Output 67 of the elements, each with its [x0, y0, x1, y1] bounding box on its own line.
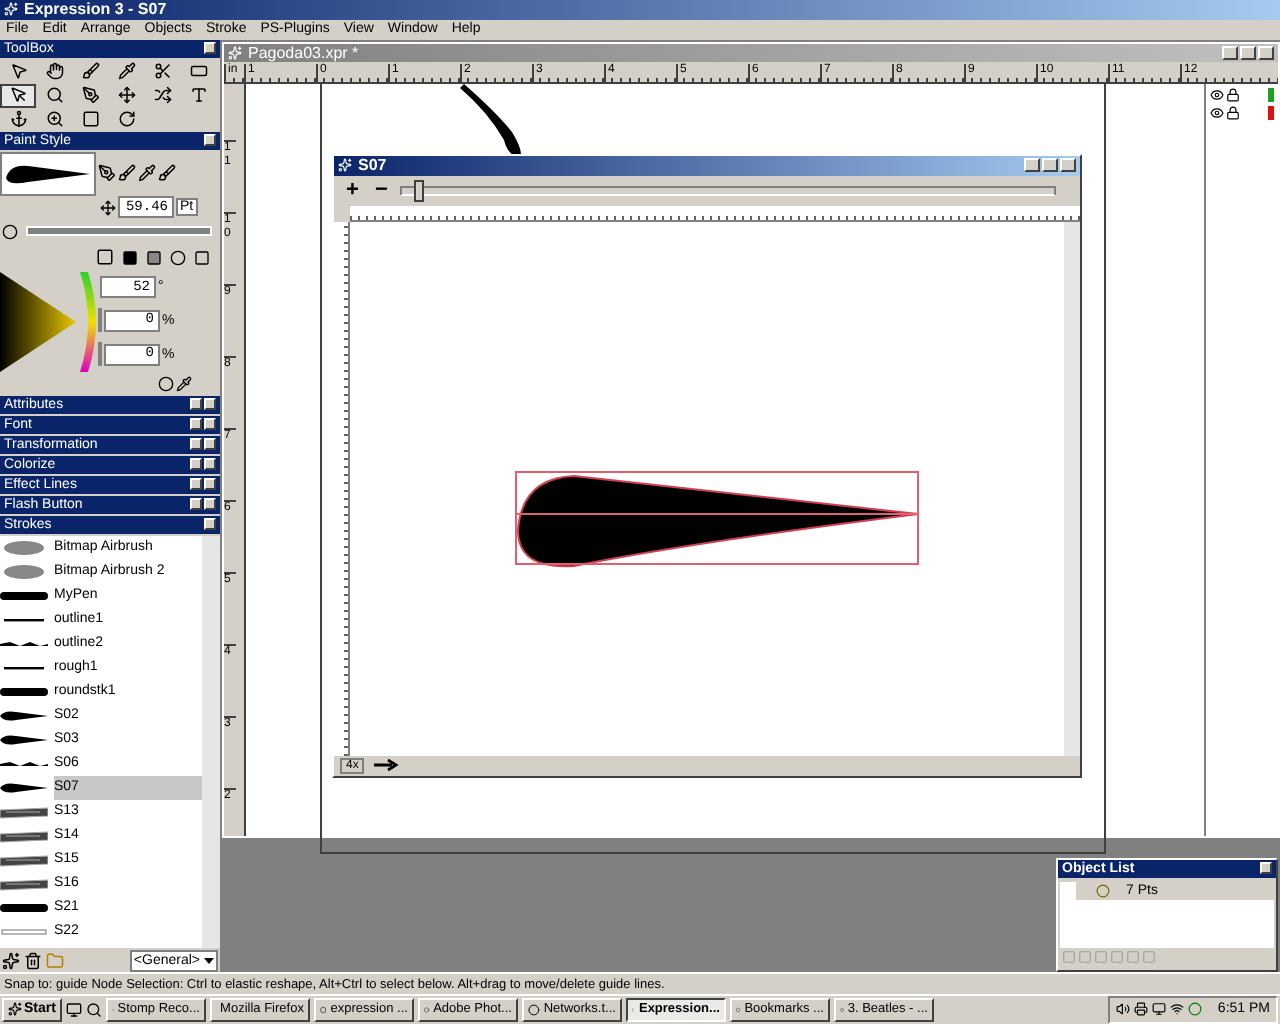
stroke-preview-icon [0, 873, 48, 894]
stroke-preview-icon [0, 801, 48, 822]
zoom-icon [45, 110, 63, 129]
zoom-out-button[interactable]: − [370, 179, 392, 202]
eyedropper-icon [138, 164, 156, 183]
brush-icon [158, 164, 176, 183]
zoom-in-button[interactable]: + [342, 179, 363, 202]
caret-icon [204, 957, 214, 964]
hand-icon [45, 62, 63, 81]
fill-icon [122, 249, 138, 266]
stroke-preview-icon [0, 849, 48, 870]
stroke-preview-icon [0, 825, 48, 846]
desktop-icon [65, 1001, 82, 1018]
slider-thumb[interactable] [414, 179, 425, 202]
color-triangle-drawing [0, 271, 96, 372]
window-title: S07 [358, 156, 387, 175]
eye-icon [1210, 87, 1224, 102]
close-button[interactable] [1060, 158, 1076, 173]
pointer-icon [9, 86, 27, 105]
eyedropper-icon [117, 62, 135, 81]
arrow-pointer-icon [9, 62, 27, 81]
document-title: Pagoda03.xpr * [248, 43, 359, 62]
slider-track[interactable] [26, 226, 212, 237]
lock-icon [1226, 87, 1240, 102]
close-button[interactable] [204, 134, 216, 147]
network-icon [1169, 1002, 1184, 1017]
text-icon [189, 86, 207, 105]
gradient-icon [146, 249, 162, 266]
maximize-button[interactable] [1042, 158, 1058, 173]
rotate-icon [117, 110, 135, 129]
monitor-icon [1151, 1002, 1166, 1017]
tool-button[interactable] [0, 83, 36, 108]
brush-icon [118, 164, 136, 183]
pen-icon [81, 86, 99, 105]
speaker-icon [1115, 1002, 1130, 1017]
anchor-icon [9, 110, 27, 129]
minimize-button[interactable] [1024, 158, 1040, 173]
close-button[interactable] [1258, 45, 1274, 60]
status-icon [1187, 1002, 1202, 1017]
folder-icon [46, 951, 64, 970]
new-stroke-icon [2, 951, 20, 970]
scissors-icon [153, 62, 171, 81]
stroke-preview-icon [0, 561, 48, 582]
arrow-icon[interactable] [372, 758, 401, 773]
arrows-icon [153, 86, 171, 105]
move-icon [100, 199, 116, 216]
window-title: Expression 3 - S07 [24, 0, 167, 19]
maximize-button[interactable] [1240, 45, 1256, 60]
no-fill-icon [96, 248, 114, 267]
zoom-slider[interactable] [399, 185, 1056, 196]
trash-icon [24, 951, 42, 970]
scrollbar[interactable] [1064, 221, 1080, 756]
minimize-button[interactable] [1222, 45, 1238, 60]
close-button[interactable] [204, 42, 216, 55]
pen-icon [98, 164, 116, 183]
brush-icon [81, 62, 99, 81]
eyedropper-icon [176, 375, 192, 392]
square-icon [81, 110, 99, 129]
printer-icon [1133, 1002, 1148, 1017]
close-button[interactable] [1260, 862, 1272, 875]
move-icon [117, 86, 135, 105]
eye-icon [1210, 105, 1224, 120]
lock-icon [1226, 105, 1240, 120]
stroke-preview-icon [0, 537, 48, 558]
search-icon [85, 1001, 102, 1018]
search-icon [45, 86, 63, 105]
rectangle-icon [189, 62, 207, 81]
